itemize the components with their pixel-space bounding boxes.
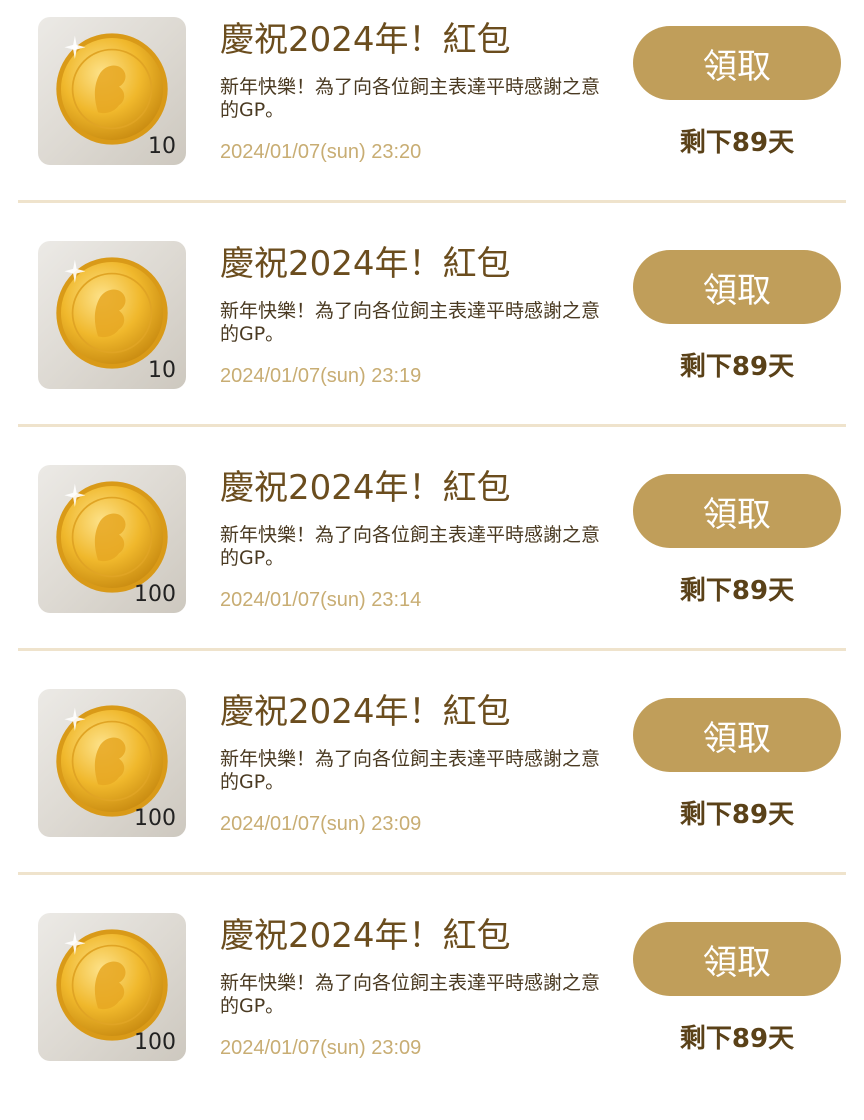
gold-coin-icon [56, 33, 168, 145]
gp-amount: 100 [134, 1030, 176, 1055]
coin-thumbnail: 10 [38, 241, 186, 389]
divider [18, 200, 846, 203]
gp-amount: 100 [134, 582, 176, 607]
gp-amount: 10 [148, 358, 176, 383]
item-title: 慶祝2024年！紅包 [220, 244, 511, 284]
divider [18, 648, 846, 651]
gold-coin-icon [56, 705, 168, 817]
gp-amount: 10 [148, 134, 176, 159]
claim-button[interactable]: 領取 [633, 698, 841, 772]
item-title: 慶祝2024年！紅包 [220, 916, 511, 956]
remaining-days: 剩下89天 [679, 352, 795, 382]
list-item: 100 慶祝2024年！紅包 新年快樂！為了向各位飼主表達平時感謝之意的GP。 … [0, 672, 864, 896]
gold-coin-icon [56, 257, 168, 369]
claim-button[interactable]: 領取 [633, 250, 841, 324]
item-date: 2024/01/07(sun) 23:19 [220, 365, 422, 387]
coin-thumbnail: 100 [38, 465, 186, 613]
divider [18, 424, 846, 427]
item-title: 慶祝2024年！紅包 [220, 692, 511, 732]
remaining-days: 剩下89天 [679, 128, 795, 158]
gold-coin-icon [56, 481, 168, 593]
gold-coin-icon [56, 929, 168, 1041]
item-description: 新年快樂！為了向各位飼主表達平時感謝之意的GP。 [220, 300, 601, 345]
list-item: 100 慶祝2024年！紅包 新年快樂！為了向各位飼主表達平時感謝之意的GP。 … [0, 896, 864, 1120]
item-description: 新年快樂！為了向各位飼主表達平時感謝之意的GP。 [220, 748, 601, 793]
coin-thumbnail: 100 [38, 689, 186, 837]
item-description: 新年快樂！為了向各位飼主表達平時感謝之意的GP。 [220, 524, 601, 569]
claim-button[interactable]: 領取 [633, 474, 841, 548]
item-description: 新年快樂！為了向各位飼主表達平時感謝之意的GP。 [220, 76, 601, 121]
divider [18, 872, 846, 875]
list-item: 100 慶祝2024年！紅包 新年快樂！為了向各位飼主表達平時感謝之意的GP。 … [0, 448, 864, 672]
item-description: 新年快樂！為了向各位飼主表達平時感謝之意的GP。 [220, 972, 601, 1017]
item-title: 慶祝2024年！紅包 [220, 468, 511, 508]
coin-thumbnail: 10 [38, 17, 186, 165]
item-date: 2024/01/07(sun) 23:20 [220, 141, 422, 163]
claim-button[interactable]: 領取 [633, 922, 841, 996]
item-title: 慶祝2024年！紅包 [220, 20, 511, 60]
item-date: 2024/01/07(sun) 23:09 [220, 813, 422, 835]
remaining-days: 剩下89天 [679, 1024, 795, 1054]
item-date: 2024/01/07(sun) 23:14 [220, 589, 422, 611]
gp-amount: 100 [134, 806, 176, 831]
remaining-days: 剩下89天 [679, 576, 795, 606]
gift-list: 10 慶祝2024年！紅包 新年快樂！為了向各位飼主表達平時感謝之意的GP。 2… [0, 0, 864, 1120]
remaining-days: 剩下89天 [679, 800, 795, 830]
claim-button[interactable]: 領取 [633, 26, 841, 100]
list-item: 10 慶祝2024年！紅包 新年快樂！為了向各位飼主表達平時感謝之意的GP。 2… [0, 0, 864, 224]
coin-thumbnail: 100 [38, 913, 186, 1061]
item-date: 2024/01/07(sun) 23:09 [220, 1037, 422, 1059]
list-item: 10 慶祝2024年！紅包 新年快樂！為了向各位飼主表達平時感謝之意的GP。 2… [0, 224, 864, 448]
